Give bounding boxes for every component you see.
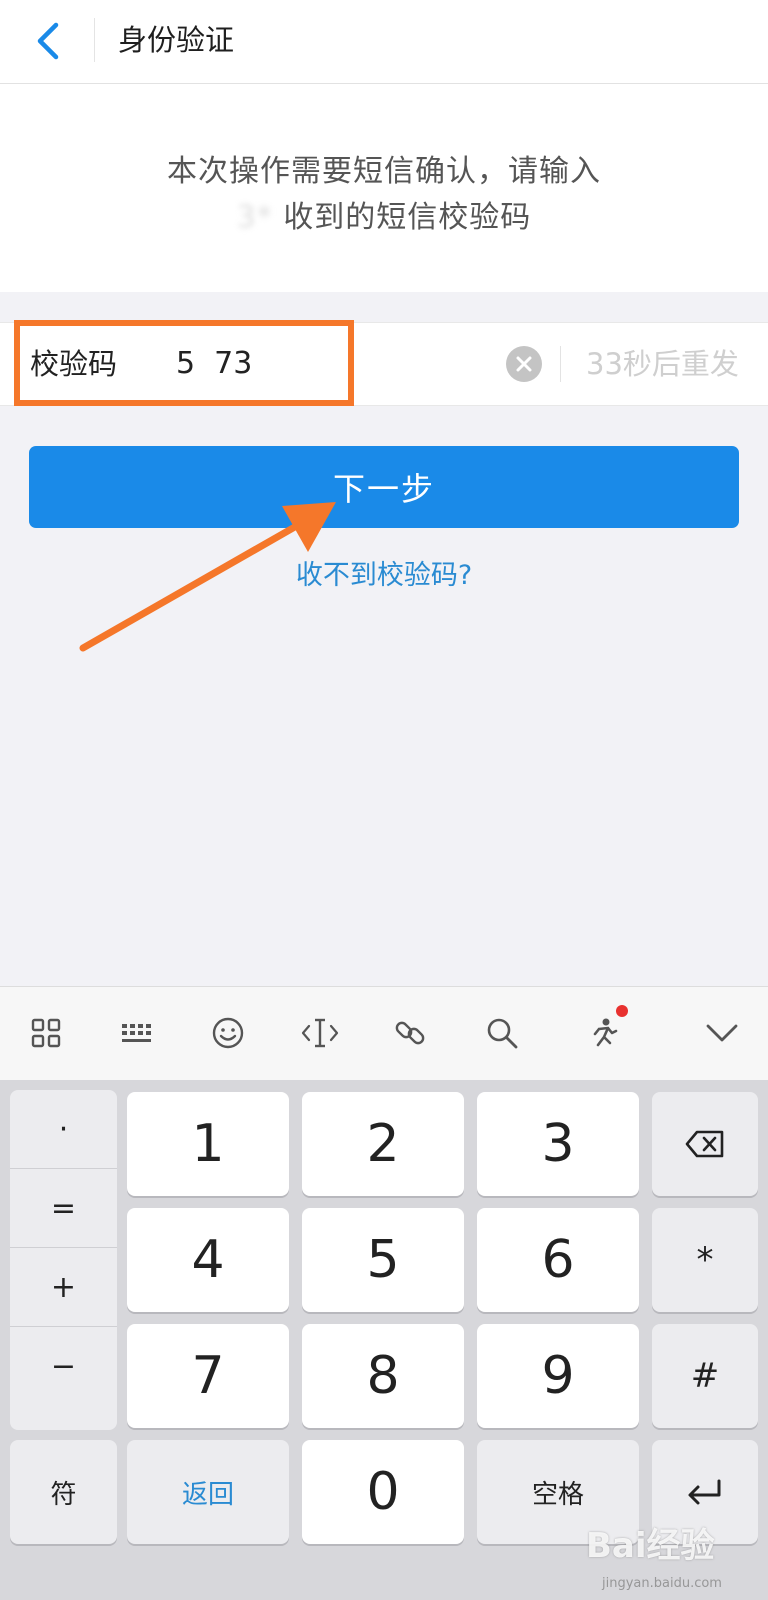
notice-line-1: 本次操作需要短信确认，请输入: [167, 154, 601, 189]
header-divider: [94, 18, 95, 62]
no-code-help-link[interactable]: 收不到校验码?: [0, 556, 768, 596]
key-asterisk[interactable]: *: [652, 1208, 758, 1312]
grid-button[interactable]: [22, 1009, 70, 1057]
key-equals[interactable]: =: [10, 1169, 117, 1248]
key-8[interactable]: 8: [302, 1324, 464, 1428]
key-1[interactable]: 1: [127, 1092, 289, 1196]
return-key[interactable]: 返回: [127, 1440, 289, 1544]
clear-icon: [516, 356, 532, 372]
code-separator: [560, 346, 561, 382]
key-6[interactable]: 6: [477, 1208, 639, 1312]
search-icon: [487, 1018, 518, 1049]
key-7[interactable]: 7: [127, 1324, 289, 1428]
emoji-icon: [212, 1017, 244, 1049]
symbol-column: · = + −: [10, 1090, 117, 1430]
key-plus[interactable]: +: [10, 1248, 117, 1327]
link-icon: [395, 1021, 425, 1045]
app-header: 身份验证: [0, 0, 768, 84]
text-cursor-button[interactable]: [296, 1009, 344, 1057]
emoji-button[interactable]: [204, 1009, 252, 1057]
backspace-icon: [685, 1130, 724, 1158]
clear-button[interactable]: [506, 346, 542, 382]
next-step-button[interactable]: 下一步: [29, 446, 739, 528]
numeric-keyboard: · = + − 1 2 3 4 5 6 * 7 8 9 # 符 返回 0 空格: [0, 1080, 768, 1600]
key-3[interactable]: 3: [477, 1092, 639, 1196]
keyboard-switch-button[interactable]: [113, 1009, 161, 1057]
keyboard-icon: [122, 1024, 151, 1042]
runner-button[interactable]: [580, 1005, 628, 1057]
space-key[interactable]: 空格: [477, 1440, 639, 1544]
text-cursor-icon: [301, 1018, 339, 1048]
key-hash[interactable]: #: [652, 1324, 758, 1428]
resend-countdown: 33秒后重发: [586, 347, 739, 381]
notice-line-2: 3* 收到的短信校验码: [0, 192, 768, 236]
notification-dot: [616, 1005, 628, 1017]
key-dot[interactable]: ·: [10, 1090, 117, 1169]
back-button[interactable]: [22, 14, 72, 68]
enter-key[interactable]: [652, 1440, 758, 1544]
key-4[interactable]: 4: [127, 1208, 289, 1312]
grid-icon: [31, 1018, 61, 1048]
backspace-key[interactable]: [652, 1092, 758, 1196]
page-title: 身份验证: [118, 23, 235, 57]
key-5[interactable]: 5: [302, 1208, 464, 1312]
keyboard-toolbar: [0, 986, 768, 1080]
sms-notice: 本次操作需要短信确认，请输入 3* 收到的短信校验码: [0, 84, 768, 292]
symbol-key[interactable]: 符: [10, 1440, 117, 1544]
link-button[interactable]: [386, 1009, 434, 1057]
key-9[interactable]: 9: [477, 1324, 639, 1428]
chevron-left-icon: [37, 22, 59, 60]
key-2[interactable]: 2: [302, 1092, 464, 1196]
code-label: 校验码: [30, 347, 118, 381]
enter-icon: [688, 1479, 721, 1505]
collapse-keyboard-button[interactable]: [698, 1009, 746, 1057]
search-button[interactable]: [478, 1009, 526, 1057]
runner-icon: [593, 1018, 618, 1047]
notice-suffix: 收到的短信校验码: [283, 200, 532, 235]
key-0[interactable]: 0: [302, 1440, 464, 1544]
code-input[interactable]: [176, 341, 326, 387]
masked-phone: 3*: [236, 200, 273, 235]
key-minus[interactable]: −: [10, 1327, 117, 1406]
chevron-down-icon: [706, 1024, 738, 1042]
